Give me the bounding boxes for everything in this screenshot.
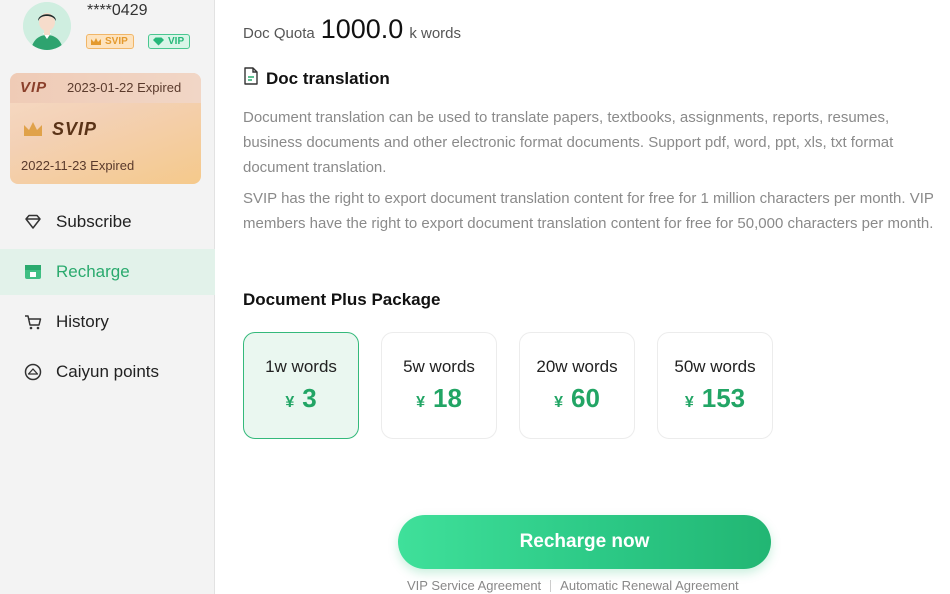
section-title: Doc translation <box>243 67 390 90</box>
svip-label: SVIP <box>52 119 98 139</box>
sidebar-item-subscribe[interactable]: Subscribe <box>0 199 215 245</box>
username: ****0429 <box>87 2 148 19</box>
vip-expiry: 2023-01-22 Expired <box>67 80 182 95</box>
price-amount: 153 <box>701 383 746 413</box>
points-icon <box>24 363 42 381</box>
package-words: 1w words <box>265 357 337 376</box>
package-price: ¥ 153 <box>685 383 745 414</box>
currency-symbol: ¥ <box>285 394 295 411</box>
cart-icon <box>24 313 42 331</box>
package-option-20w[interactable]: 20w words ¥ 60 <box>519 332 635 439</box>
sidebar-nav: Subscribe Recharge History Caiyun points <box>0 199 215 399</box>
quota-unit: k words <box>409 25 461 42</box>
package-price: ¥ 18 <box>416 383 462 414</box>
membership-card[interactable]: VIP 2023-01-22 Expired SVIP 2022-11-23 E… <box>10 73 201 184</box>
sidebar-item-label: History <box>56 312 109 331</box>
avatar-icon <box>23 2 71 50</box>
doc-quota: Doc Quota 1000.0 k words <box>243 14 461 45</box>
currency-symbol: ¥ <box>416 394 425 411</box>
vip-service-agreement-link[interactable]: VIP Service Agreement <box>407 578 541 593</box>
svip-expiry: 2022-11-23 Expired <box>21 158 135 173</box>
sidebar-item-label: Recharge <box>56 262 130 281</box>
price-amount: 60 <box>570 383 600 413</box>
price-amount: 3 <box>302 383 317 413</box>
package-words: 20w words <box>536 357 618 376</box>
description-rights: SVIP has the right to export document tr… <box>243 190 934 232</box>
package-words: 5w words <box>403 357 475 376</box>
automatic-renewal-agreement-link[interactable]: Automatic Renewal Agreement <box>560 578 738 593</box>
sidebar-item-label: Caiyun points <box>56 362 160 381</box>
package-option-1w[interactable]: 1w words ¥ 3 <box>243 332 359 439</box>
package-option-50w[interactable]: 50w words ¥ 153 <box>657 332 773 439</box>
package-words: 50w words <box>674 357 756 376</box>
sidebar: ****0429 SVIP VIP VIP 2023-01-22 Expired… <box>0 0 215 594</box>
crown-icon <box>24 122 42 136</box>
currency-symbol: ¥ <box>684 394 694 411</box>
divider <box>550 579 552 592</box>
sidebar-item-history[interactable]: History <box>0 299 215 345</box>
vip-label: VIP <box>20 79 48 96</box>
diamond-icon <box>24 213 42 231</box>
agreement-links: VIP Service Agreement Automatic Renewal … <box>407 578 739 593</box>
diamond-icon <box>153 37 164 46</box>
sidebar-item-recharge[interactable]: Recharge <box>0 249 215 295</box>
package-title: Document Plus Package <box>243 290 441 309</box>
recharge-now-button[interactable]: Recharge now <box>398 515 771 569</box>
quota-value: 1000.0 <box>320 14 404 44</box>
package-price: ¥ 3 <box>285 383 316 414</box>
vip-badge: VIP <box>148 34 191 49</box>
avatar[interactable] <box>23 2 71 50</box>
currency-symbol: ¥ <box>554 394 563 411</box>
price-amount: 18 <box>432 383 462 413</box>
store-icon <box>24 263 42 281</box>
document-icon <box>243 67 259 90</box>
package-option-5w[interactable]: 5w words ¥ 18 <box>381 332 497 439</box>
crown-icon <box>91 38 101 45</box>
quota-label: Doc Quota <box>243 25 315 42</box>
description-usage: Document translation can be used to tran… <box>243 109 894 176</box>
package-list: 1w words ¥ 3 5w words ¥ 18 20w words ¥ 6… <box>243 332 795 439</box>
svip-badge: SVIP <box>86 34 134 49</box>
sidebar-item-caiyun-points[interactable]: Caiyun points <box>0 349 215 395</box>
sidebar-item-label: Subscribe <box>56 212 132 231</box>
package-price: ¥ 60 <box>554 383 600 414</box>
